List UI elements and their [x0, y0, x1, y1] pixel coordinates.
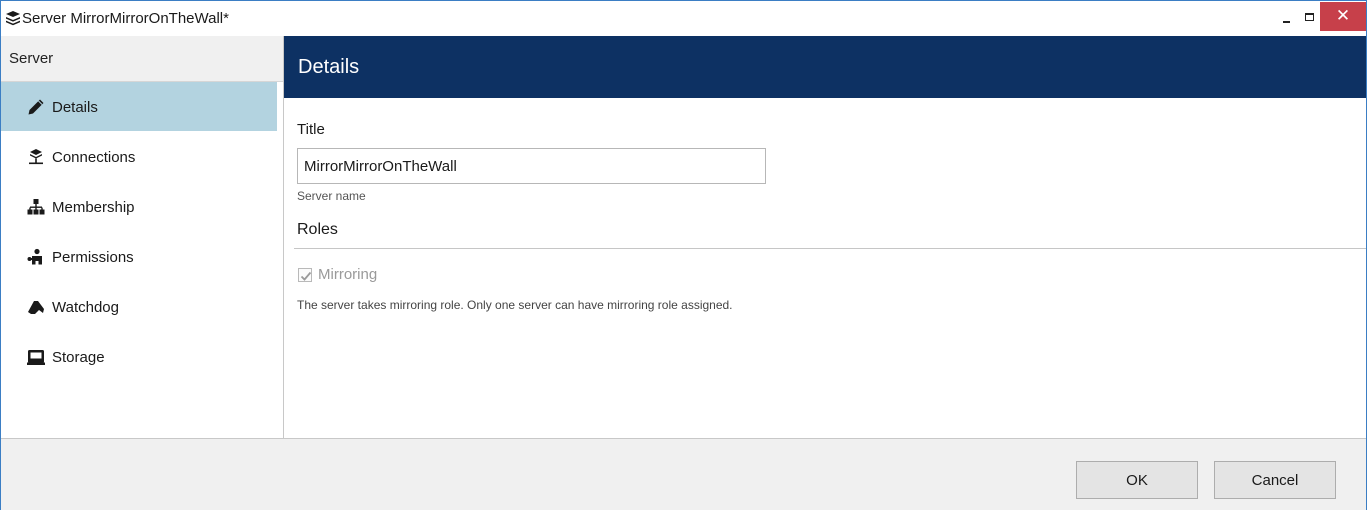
mirroring-checkbox[interactable] [298, 268, 312, 282]
sidebar-item-details[interactable]: Details [1, 82, 277, 131]
sidebar-header-label: Server [9, 50, 54, 67]
server-stack-icon [5, 10, 21, 26]
cancel-button[interactable]: Cancel [1214, 461, 1336, 499]
title-input[interactable] [297, 148, 766, 184]
watchdog-icon [27, 298, 45, 316]
minimize-button[interactable] [1273, 1, 1305, 31]
sidebar-item-permissions[interactable]: Permissions [1, 232, 277, 281]
roles-section-title: Roles [297, 221, 338, 238]
sidebar-header: Server [1, 36, 283, 82]
sidebar: Server Details Connections Membership Pe… [1, 36, 284, 438]
title-field-label: Title [297, 121, 325, 138]
details-panel: Details Title Server name Roles Mirrorin… [284, 36, 1366, 438]
checkmark-icon [300, 271, 312, 281]
mirroring-label: Mirroring [318, 266, 378, 283]
server-window: Server MirrorMirrorOnTheWall* ✕ Server D… [0, 0, 1367, 510]
connections-icon [27, 148, 45, 166]
sidebar-item-watchdog[interactable]: Watchdog [1, 282, 277, 331]
sidebar-item-membership[interactable]: Membership [1, 182, 277, 231]
title-field-hint: Server name [297, 189, 366, 203]
permissions-icon [27, 248, 45, 266]
sidebar-item-connections[interactable]: Connections [1, 132, 277, 181]
sidebar-item-label: Permissions [52, 249, 134, 266]
maximize-icon [1305, 13, 1314, 21]
membership-icon [27, 198, 45, 216]
sidebar-item-label: Connections [52, 149, 136, 166]
storage-icon [27, 348, 45, 366]
mirroring-description: The server takes mirroring role. Only on… [297, 298, 733, 312]
window-title: Server MirrorMirrorOnTheWall* [22, 10, 229, 27]
roles-divider [294, 248, 1366, 249]
sidebar-item-label: Details [52, 99, 98, 116]
pencil-icon [27, 98, 45, 116]
panel-header: Details [284, 36, 1366, 98]
title-bar[interactable]: Server MirrorMirrorOnTheWall* ✕ [1, 1, 1366, 36]
close-button[interactable]: ✕ [1320, 2, 1366, 31]
sidebar-item-storage[interactable]: Storage [1, 332, 277, 381]
sidebar-item-label: Storage [52, 349, 105, 366]
sidebar-item-label: Watchdog [52, 299, 119, 316]
sidebar-item-label: Membership [52, 199, 135, 216]
dialog-footer: OK Cancel [1, 438, 1366, 510]
panel-title: Details [298, 56, 360, 78]
minimize-icon [1283, 21, 1290, 23]
ok-button[interactable]: OK [1076, 461, 1198, 499]
close-icon: ✕ [1335, 6, 1351, 26]
